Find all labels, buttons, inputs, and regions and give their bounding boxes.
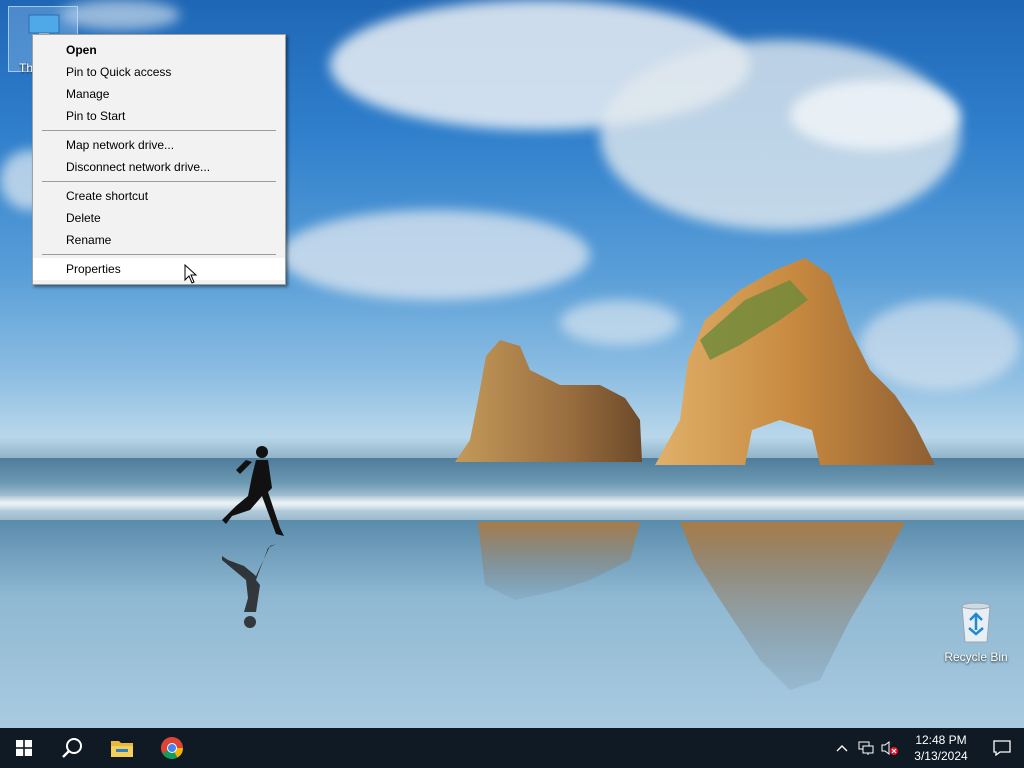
- windows-logo-icon: [16, 740, 32, 756]
- menu-item-pin-to-quick-access[interactable]: Pin to Quick access: [33, 61, 285, 83]
- menu-item-open[interactable]: Open: [33, 39, 285, 61]
- clock[interactable]: 12:48 PM 3/13/2024: [902, 732, 980, 764]
- this-pc-label: Th: [19, 61, 34, 75]
- system-tray: 12:48 PM 3/13/2024: [830, 728, 1024, 768]
- recycle-bin-icon: [961, 602, 991, 643]
- menu-item-properties[interactable]: Properties: [33, 258, 285, 280]
- search-button[interactable]: [48, 728, 96, 768]
- volume-muted-icon[interactable]: [878, 728, 902, 768]
- action-center-icon: [993, 740, 1011, 756]
- chrome-button[interactable]: [148, 728, 196, 768]
- menu-item-disconnect-network-drive[interactable]: Disconnect network drive...: [33, 156, 285, 178]
- taskbar: 12:48 PM 3/13/2024: [0, 728, 1024, 768]
- chrome-icon: [161, 737, 183, 759]
- menu-separator: [42, 181, 276, 182]
- clock-time: 12:48 PM: [915, 733, 967, 747]
- menu-item-rename[interactable]: Rename: [33, 229, 285, 251]
- context-menu: Open Pin to Quick access Manage Pin to S…: [32, 34, 286, 285]
- chevron-up-icon[interactable]: [830, 728, 854, 768]
- recycle-bin-desktop-icon[interactable]: Recycle Bin: [940, 600, 1012, 664]
- mouse-cursor-icon: [184, 264, 198, 284]
- menu-item-manage[interactable]: Manage: [33, 83, 285, 105]
- menu-item-pin-to-start[interactable]: Pin to Start: [33, 105, 285, 127]
- action-center-button[interactable]: [980, 728, 1024, 768]
- recycle-bin-label: Recycle Bin: [944, 650, 1008, 664]
- file-explorer-icon: [111, 741, 133, 757]
- menu-separator: [42, 254, 276, 255]
- clock-date: 3/13/2024: [914, 749, 968, 763]
- network-icon[interactable]: [854, 728, 878, 768]
- start-button[interactable]: [0, 728, 48, 768]
- search-icon: [62, 738, 82, 758]
- menu-item-map-network-drive[interactable]: Map network drive...: [33, 134, 285, 156]
- file-explorer-button[interactable]: [98, 728, 146, 768]
- menu-item-create-shortcut[interactable]: Create shortcut: [33, 185, 285, 207]
- menu-separator: [42, 130, 276, 131]
- menu-item-delete[interactable]: Delete: [33, 207, 285, 229]
